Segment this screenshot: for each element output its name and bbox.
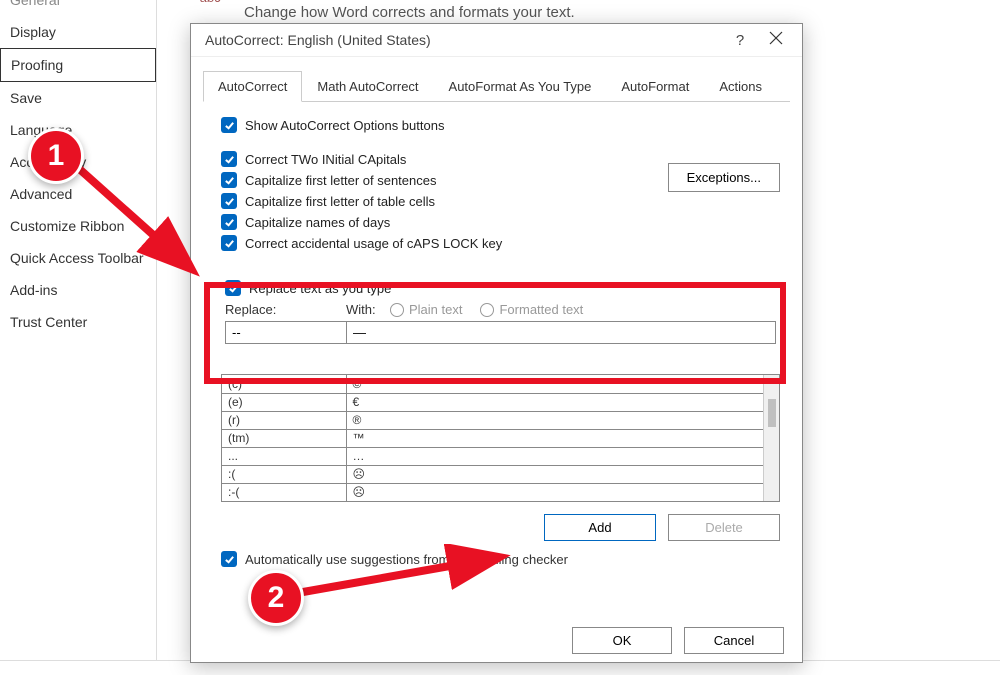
- sidebar-item-general[interactable]: General: [0, 0, 156, 16]
- exceptions-button[interactable]: Exceptions...: [668, 163, 780, 192]
- tab-autocorrect[interactable]: AutoCorrect: [203, 71, 302, 102]
- tab-bar: AutoCorrect Math AutoCorrect AutoFormat …: [203, 71, 790, 102]
- label-replace-as-type: Replace text as you type: [249, 281, 391, 296]
- with-label: With:: [346, 302, 390, 317]
- add-button[interactable]: Add: [544, 514, 656, 541]
- annotation-circle-1: 1: [28, 128, 84, 184]
- dialog-titlebar: AutoCorrect: English (United States) ?: [191, 24, 802, 57]
- autocorrect-table: (c)© (e)€ (r)® (tm)™ ...… :(☹ :-(☹: [221, 374, 780, 502]
- checkbox-replace-as-type[interactable]: [225, 280, 241, 296]
- sidebar-item-addins[interactable]: Add-ins: [0, 274, 156, 306]
- radio-plain-text[interactable]: [390, 303, 404, 317]
- proofing-heading: Change how Word corrects and formats you…: [244, 4, 575, 21]
- tab-math-autocorrect[interactable]: Math AutoCorrect: [302, 71, 433, 102]
- table-row[interactable]: :(☹: [222, 465, 763, 483]
- replace-input[interactable]: [225, 321, 346, 344]
- sidebar-item-proofing[interactable]: Proofing: [0, 48, 156, 82]
- checkbox-spellcheck-suggest[interactable]: [221, 551, 237, 567]
- sidebar-item-trust-center[interactable]: Trust Center: [0, 306, 156, 338]
- dialog-title: AutoCorrect: English (United States): [205, 32, 722, 48]
- checkbox-show-options[interactable]: [221, 117, 237, 133]
- label-caps-lock: Correct accidental usage of cAPS LOCK ke…: [245, 236, 502, 251]
- table-scrollbar[interactable]: [763, 375, 779, 501]
- autocorrect-dialog: AutoCorrect: English (United States) ? A…: [190, 23, 803, 663]
- help-button[interactable]: ?: [722, 32, 758, 49]
- with-input[interactable]: [346, 321, 776, 344]
- sidebar-item-quick-access[interactable]: Quick Access Toolbar: [0, 242, 156, 274]
- tab-actions[interactable]: Actions: [704, 71, 777, 102]
- sidebar-item-display[interactable]: Display: [0, 16, 156, 48]
- label-two-initial: Correct TWo INitial CApitals: [245, 152, 406, 167]
- label-show-options: Show AutoCorrect Options buttons: [245, 118, 444, 133]
- checkbox-names-days[interactable]: [221, 214, 237, 230]
- table-row[interactable]: :-(☹: [222, 483, 763, 501]
- label-plain-text: Plain text: [409, 302, 462, 317]
- ok-button[interactable]: OK: [572, 627, 672, 654]
- sidebar-item-customize-ribbon[interactable]: Customize Ribbon: [0, 210, 156, 242]
- word-options-sidebar: General Display Proofing Save Language A…: [0, 0, 157, 660]
- table-row[interactable]: ...…: [222, 447, 763, 465]
- checkbox-first-cells[interactable]: [221, 193, 237, 209]
- table-row[interactable]: (r)®: [222, 411, 763, 429]
- label-formatted-text: Formatted text: [499, 302, 583, 317]
- checkbox-caps-lock[interactable]: [221, 235, 237, 251]
- tab-autoformat[interactable]: AutoFormat: [606, 71, 704, 102]
- label-spellcheck-suggest: Automatically use suggestions from the s…: [245, 552, 568, 567]
- scrollbar-thumb[interactable]: [768, 399, 776, 427]
- label-first-cells: Capitalize first letter of table cells: [245, 194, 435, 209]
- sidebar-item-save[interactable]: Save: [0, 82, 156, 114]
- radio-formatted-text[interactable]: [480, 303, 494, 317]
- table-row[interactable]: (e)€: [222, 393, 763, 411]
- close-button[interactable]: [758, 31, 794, 49]
- checkbox-first-sentence[interactable]: [221, 172, 237, 188]
- label-first-sentence: Capitalize first letter of sentences: [245, 173, 436, 188]
- replace-label: Replace:: [225, 302, 346, 317]
- annotation-circle-2: 2: [248, 570, 304, 626]
- close-icon: [769, 31, 783, 45]
- tab-autoformat-as-type[interactable]: AutoFormat As You Type: [434, 71, 607, 102]
- label-names-days: Capitalize names of days: [245, 215, 390, 230]
- table-row[interactable]: (tm)™: [222, 429, 763, 447]
- abc-icon: abc: [200, 0, 221, 5]
- dialog-content: Show AutoCorrect Options buttons Correct…: [191, 102, 802, 567]
- delete-button[interactable]: Delete: [668, 514, 780, 541]
- cancel-button[interactable]: Cancel: [684, 627, 784, 654]
- table-row[interactable]: (c)©: [222, 375, 763, 393]
- sidebar-item-advanced[interactable]: Advanced: [0, 178, 156, 210]
- checkbox-two-initial[interactable]: [221, 151, 237, 167]
